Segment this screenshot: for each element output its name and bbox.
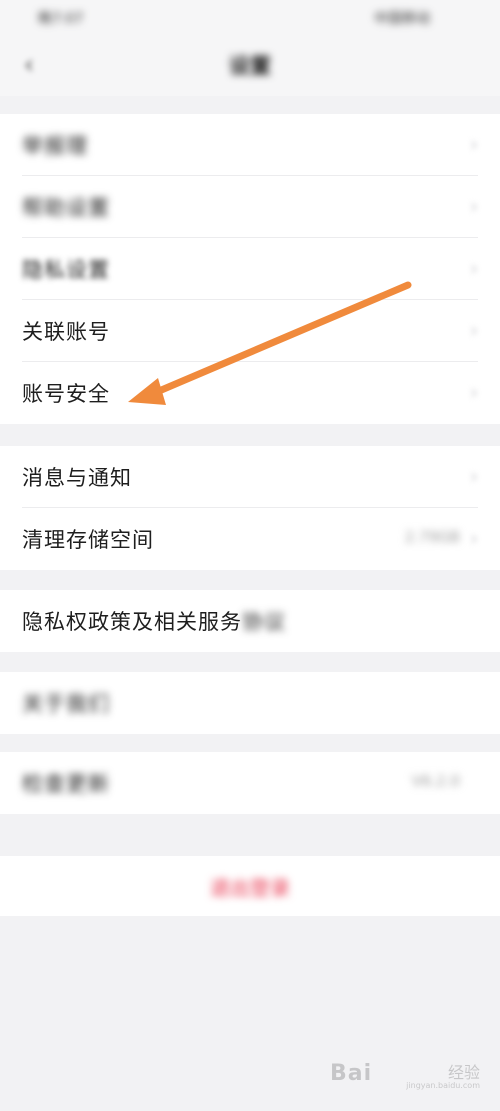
version-value: V6.2.0 bbox=[411, 772, 460, 790]
status-carrier: 中国移动 bbox=[374, 11, 430, 27]
settings-row-about-us[interactable]: 关于我们 bbox=[0, 672, 500, 734]
logout-button[interactable]: 退出登录 bbox=[0, 872, 500, 901]
settings-screen: 晚7:07 中国移动 ‹ 设置 举报理 › 帮助设置 › 隐私设置 › 关联账号… bbox=[0, 0, 500, 1111]
settings-group-general: 消息与通知 › 清理存储空间 2.79GB › bbox=[0, 446, 500, 570]
settings-row-linked-accounts[interactable]: 关联账号 › bbox=[0, 300, 500, 362]
chevron-right-icon: › bbox=[470, 256, 478, 280]
privacy-policy-suffix: 协议 bbox=[242, 610, 286, 634]
settings-row-notifications[interactable]: 消息与通知 › bbox=[0, 446, 500, 508]
settings-row-label: 隐私权政策及相关服务协议 bbox=[22, 606, 286, 636]
settings-row-label: 关联账号 bbox=[22, 320, 110, 344]
chevron-right-icon: › bbox=[470, 464, 478, 488]
settings-group-privacy-policy: 隐私权政策及相关服务协议 bbox=[0, 590, 500, 652]
settings-row-label: 隐私设置 bbox=[22, 258, 110, 282]
settings-row-report[interactable]: 举报理 › bbox=[0, 114, 500, 176]
settings-row-privacy-policy[interactable]: 隐私权政策及相关服务协议 bbox=[0, 590, 500, 652]
status-time: 晚7:07 bbox=[38, 11, 84, 27]
chevron-right-icon: › bbox=[470, 318, 478, 342]
chevron-right-icon: › bbox=[470, 132, 478, 156]
settings-row-help[interactable]: 帮助设置 › bbox=[0, 176, 500, 238]
settings-row-label: 消息与通知 bbox=[22, 466, 132, 490]
storage-size-value: 2.79GB bbox=[404, 528, 460, 546]
settings-group-about: 关于我们 bbox=[0, 672, 500, 734]
settings-row-label: 举报理 bbox=[22, 134, 88, 158]
watermark-url: jingyan.baidu.com bbox=[406, 1081, 480, 1090]
settings-group-update: 检查更新 V6.2.0 bbox=[0, 752, 500, 814]
settings-row-label: 关于我们 bbox=[22, 692, 110, 716]
settings-row-check-update[interactable]: 检查更新 V6.2.0 bbox=[0, 752, 500, 814]
watermark-logo-text: Bai bbox=[330, 1061, 373, 1086]
settings-row-account-security[interactable]: 账号安全 › bbox=[0, 362, 500, 424]
privacy-policy-label: 隐私权政策及相关服务 bbox=[22, 610, 242, 634]
logout-section: 退出登录 bbox=[0, 856, 500, 916]
page-title: 设置 bbox=[229, 54, 271, 78]
settings-group-account: 举报理 › 帮助设置 › 隐私设置 › 关联账号 › 账号安全 › bbox=[0, 114, 500, 424]
settings-row-label: 清理存储空间 bbox=[22, 528, 154, 552]
status-bar: 晚7:07 中国移动 bbox=[0, 0, 500, 36]
chevron-right-icon: › bbox=[470, 194, 478, 218]
baidu-watermark: Bai 经验 jingyan.baidu.com bbox=[330, 1055, 480, 1095]
settings-row-clear-storage[interactable]: 清理存储空间 2.79GB › bbox=[0, 508, 500, 570]
chevron-right-icon: › bbox=[470, 380, 478, 404]
nav-bar: ‹ 设置 bbox=[0, 36, 500, 96]
settings-row-privacy-settings[interactable]: 隐私设置 › bbox=[0, 238, 500, 300]
chevron-right-icon: › bbox=[470, 526, 478, 550]
watermark-text: 经验 bbox=[447, 1063, 480, 1082]
settings-row-label: 账号安全 bbox=[22, 382, 110, 406]
settings-row-label: 检查更新 bbox=[22, 772, 110, 796]
settings-row-label: 帮助设置 bbox=[22, 196, 110, 220]
